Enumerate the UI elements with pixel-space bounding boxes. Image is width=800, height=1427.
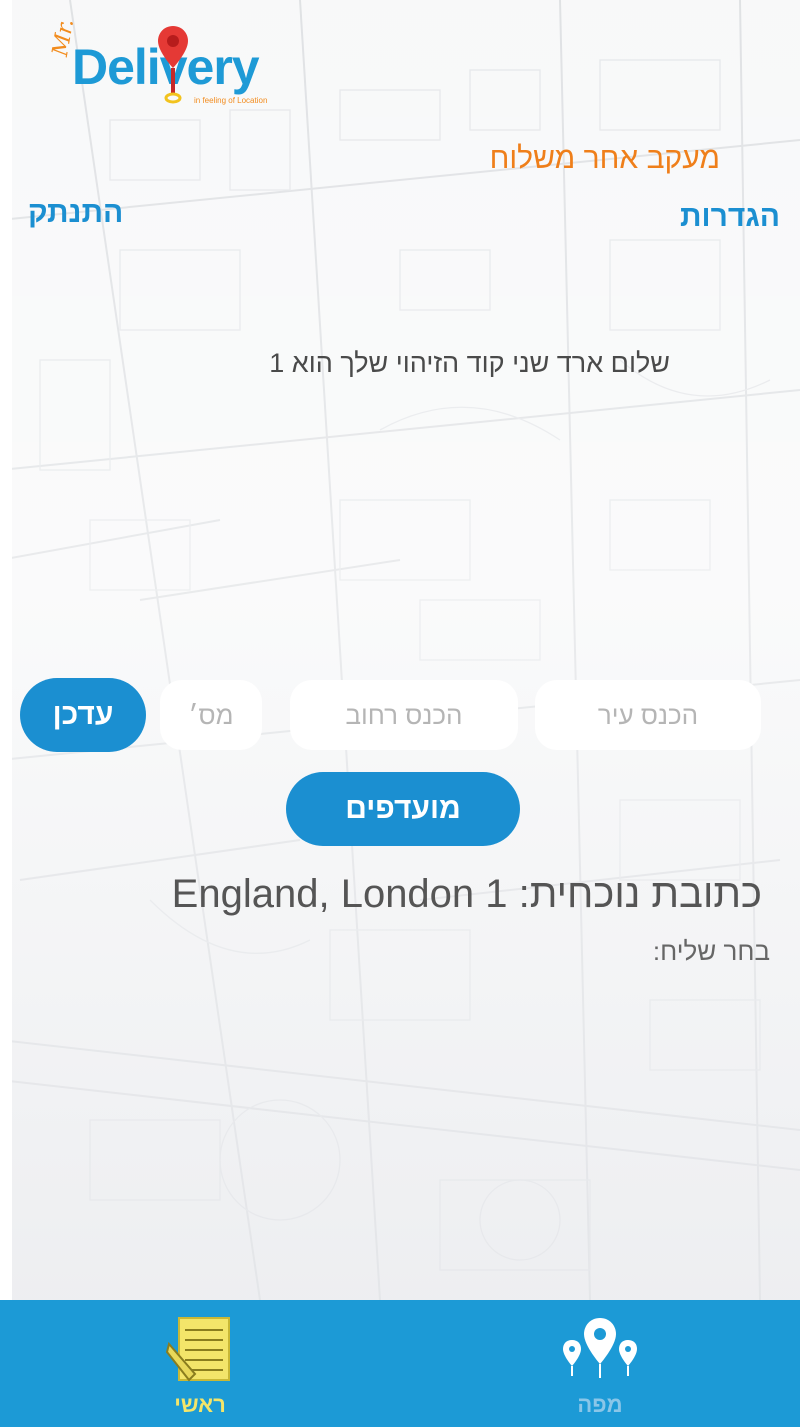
logo-tagline: in feeling of Location [194,96,268,105]
choose-courier-label: בחר שליח: [652,936,770,966]
tab-main-label: ראשי [174,1392,226,1417]
logout-link[interactable]: התנתק [28,196,123,230]
app-logo: Mr. Delivery in feeling of Location [44,17,304,110]
favorites-button[interactable]: מועדפים [286,772,520,846]
tab-main[interactable]: ראשי [100,1300,300,1427]
house-number-input[interactable] [160,680,262,750]
current-address: כתובת נוכחית: 1 England, London [172,872,762,917]
greeting-text: שלום ארד שני קוד הזיהוי שלך הוא 1 [269,348,670,378]
map-pin-icon [158,26,188,104]
bottom-tab-bar: ראשי מפה [0,1300,800,1427]
left-edge-strip [0,0,12,1300]
map-pins-icon [563,1318,637,1378]
street-input[interactable] [290,680,518,750]
background-fade [0,0,800,1300]
current-address-value: 1 England, London [171,872,508,916]
notepad-icon [165,1317,230,1382]
tab-map-label: מפה [577,1392,623,1417]
current-address-label: כתובת נוכחית: [518,872,762,916]
tab-map[interactable]: מפה [500,1300,700,1427]
settings-link[interactable]: הגדרות [680,200,780,234]
update-button[interactable]: עדכן [20,678,146,752]
page-title: מעקב אחר משלוח [489,142,720,175]
city-input[interactable] [535,680,761,750]
